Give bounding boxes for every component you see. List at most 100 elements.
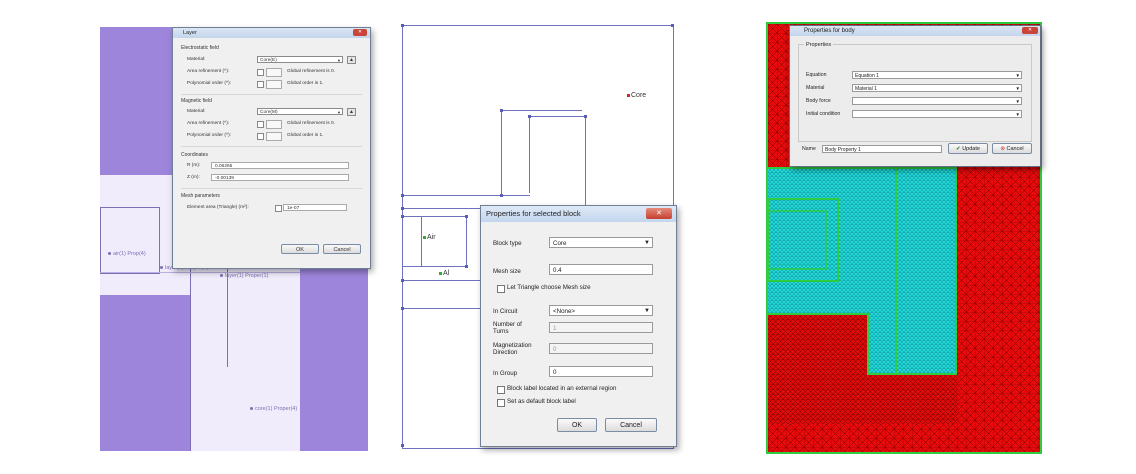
element-area-checkbox[interactable] (275, 205, 282, 212)
ok-button[interactable]: OK (557, 418, 597, 432)
node[interactable] (671, 24, 674, 27)
area-refinement-checkbox[interactable] (257, 121, 264, 128)
block-marker-air[interactable]: Air (423, 234, 436, 241)
r-field[interactable]: 0.06265 (211, 162, 349, 169)
block-type-value: Core (553, 240, 567, 247)
z-field[interactable]: -0.00139 (211, 174, 349, 181)
node[interactable] (500, 109, 503, 112)
chevron-down-icon: ▼ (644, 308, 650, 314)
update-button[interactable]: ✔ Update (948, 143, 988, 154)
mesh-size-field[interactable]: 0.4 (549, 264, 653, 275)
segment (585, 116, 586, 208)
material-select[interactable]: Core(E) ▼ (257, 56, 343, 63)
segment (466, 216, 467, 266)
close-icon[interactable]: ✕ (353, 29, 367, 36)
material-label: Material (806, 85, 825, 91)
chevron-down-icon: ▼ (1015, 112, 1020, 117)
segment (501, 110, 582, 111)
close-icon[interactable]: ✕ (1022, 27, 1038, 34)
polynomial-order-checkbox[interactable] (257, 133, 264, 140)
default-label-checkbox[interactable] (497, 399, 505, 407)
name-label: Name (802, 146, 816, 152)
dialog-title: Layer (183, 30, 197, 36)
node[interactable] (401, 444, 404, 447)
cancel-icon: ⊗ (1000, 146, 1005, 152)
dialog-title: Properties for selected block (486, 209, 581, 218)
material-select[interactable]: Material 1 ▼ (852, 84, 1022, 92)
chevron-down-icon: ▼ (1015, 86, 1020, 91)
check-icon: ✔ (956, 146, 961, 152)
chevron-down-icon: ▼ (644, 240, 650, 246)
node[interactable] (500, 194, 503, 197)
area-refinement-spinner[interactable] (266, 120, 282, 129)
ok-button[interactable]: OK (281, 244, 319, 254)
material-edit-icon[interactable]: ▲ (347, 108, 356, 116)
cancel-button[interactable]: Cancel (323, 244, 361, 254)
properties-group (798, 44, 1032, 142)
node[interactable] (401, 207, 404, 210)
polynomial-order-checkbox[interactable] (257, 81, 264, 88)
node[interactable] (528, 115, 531, 118)
node[interactable] (584, 115, 587, 118)
area-refinement-spinner[interactable] (266, 68, 282, 77)
cancel-button[interactable]: ⊗ Cancel (992, 143, 1032, 154)
magnetization-label-line1: Magnetization (493, 342, 532, 349)
area-refinement-note: Global refinement is 0. (287, 121, 335, 126)
polynomial-order-spinner[interactable] (266, 80, 282, 89)
segment (402, 280, 487, 281)
polynomial-order-note: Global order is 1. (287, 133, 324, 138)
element-area-label: Element area (Triangle) (m²): (187, 205, 249, 210)
material-row: Material: Core(E) ▼ ▲ (187, 56, 360, 64)
block-type-select[interactable]: Core ▼ (549, 237, 653, 248)
initial-condition-select[interactable]: ▼ (852, 110, 1022, 118)
body-force-select[interactable]: ▼ (852, 97, 1022, 105)
material-label: Material: (187, 57, 206, 62)
turns-field[interactable]: 1 (549, 322, 653, 333)
cancel-button[interactable]: Cancel (605, 418, 657, 432)
external-region-label: Block label located in an external regio… (507, 385, 617, 392)
node[interactable] (401, 194, 404, 197)
marker-square (423, 235, 426, 239)
in-group-field[interactable]: 0 (549, 366, 653, 377)
initial-condition-label: Initial condition (806, 111, 841, 117)
node[interactable] (465, 215, 468, 218)
dialog-titlebar: Properties for body ✕ (790, 26, 1040, 36)
segment (402, 216, 466, 217)
block-label[interactable]: core(1) Proper(4) (250, 406, 297, 412)
marker-text: Air (427, 234, 436, 241)
z-row: Z (m): -0.00139 (187, 174, 360, 182)
external-region-checkbox[interactable] (497, 386, 505, 394)
block-label[interactable]: layer(1) Proper(1) (220, 273, 268, 279)
polynomial-order-spinner[interactable] (266, 132, 282, 141)
mesh-size-label: Mesh size (493, 268, 521, 275)
magnetic-material-select[interactable]: Core(M) ▼ (257, 108, 343, 115)
node[interactable] (401, 215, 404, 218)
coordinates-section-title: Coordinates (181, 152, 208, 158)
segment (402, 308, 487, 309)
in-circuit-select[interactable]: <None> ▼ (549, 305, 653, 316)
block-label-text: layer(1) Proper(1) (225, 273, 269, 279)
magnetization-field[interactable]: 0 (549, 343, 653, 354)
area-refinement-label: Area refinement (^): (187, 69, 230, 74)
block-label[interactable]: air(1) Prop(4) (108, 251, 146, 257)
node[interactable] (465, 265, 468, 268)
node[interactable] (401, 279, 404, 282)
element-area-field[interactable]: 1e-07 (283, 204, 347, 211)
name-field[interactable]: Body Property 1 (822, 145, 942, 153)
block-marker-al[interactable]: Al (439, 270, 449, 277)
node[interactable] (401, 24, 404, 27)
area-refinement-checkbox[interactable] (257, 69, 264, 76)
polynomial-order-label: Polynomial order (^): (187, 81, 232, 86)
material-edit-icon[interactable]: ▲ (347, 56, 356, 64)
properties-group-title: Properties (804, 42, 834, 48)
equation-select[interactable]: Equation 1 ▼ (852, 71, 1022, 79)
node[interactable] (401, 307, 404, 310)
mesh-section-title: Mesh parameters (181, 193, 220, 199)
let-triangle-checkbox[interactable] (497, 285, 505, 293)
block-marker-core[interactable]: Core (627, 92, 646, 99)
close-icon[interactable]: ✕ (646, 208, 672, 219)
marker-text: Al (443, 270, 450, 277)
update-button-label: Update (962, 146, 980, 152)
chevron-down-icon: ▼ (1015, 99, 1020, 104)
dialog-title: Properties for body (804, 28, 855, 34)
